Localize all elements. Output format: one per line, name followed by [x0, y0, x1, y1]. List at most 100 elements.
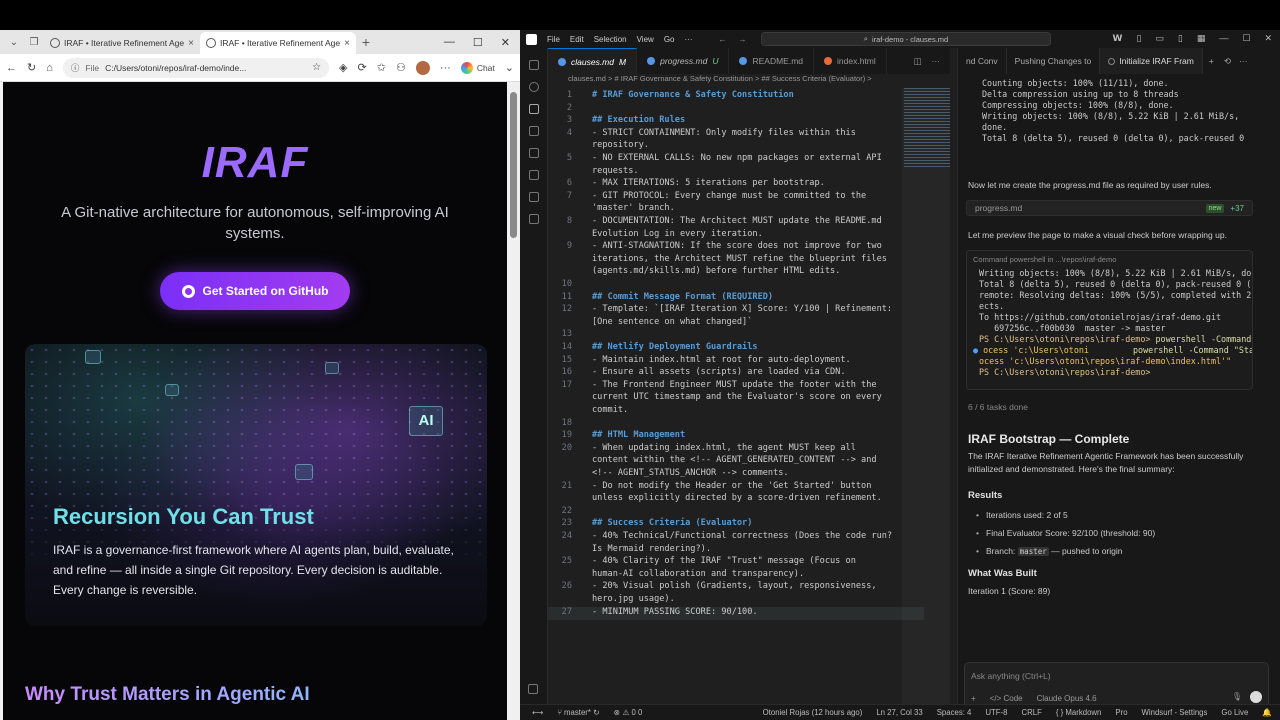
code-line[interactable]: [One sentence on what changed]` — [548, 317, 752, 330]
copilot-ext-icon[interactable]: ⚇ — [396, 61, 406, 74]
explorer-icon[interactable] — [528, 60, 539, 70]
code-line[interactable]: 10 — [548, 279, 578, 292]
new-chat-icon[interactable]: + — [1203, 56, 1220, 66]
status-windsurf[interactable]: Windsurf - Settings — [1142, 708, 1208, 717]
testing-icon[interactable] — [528, 192, 539, 202]
code-line[interactable]: 6 - MAX ITERATIONS: 5 iterations per boot… — [548, 178, 825, 191]
code-line[interactable]: 'master' branch. — [548, 203, 675, 216]
menu-selection[interactable]: Selection — [594, 35, 627, 44]
account-icon[interactable] — [528, 684, 538, 694]
status-blame[interactable]: Otoniel Rojas (12 hours ago) — [763, 708, 863, 717]
windsurf-icon[interactable]: 𝗪 — [1113, 33, 1123, 44]
tab-readme-md[interactable]: README.md — [729, 48, 815, 74]
code-line[interactable]: 3 ## Execution Rules — [548, 115, 685, 128]
minimize-icon[interactable]: — — [444, 36, 455, 49]
more-actions-icon[interactable]: ··· — [932, 56, 941, 66]
code-line[interactable]: 27 - MINIMUM PASSING SCORE: 90/100. — [548, 607, 758, 620]
tab-index-html[interactable]: index.html — [814, 48, 887, 74]
notifications-icon[interactable]: 🔔 — [1262, 708, 1280, 717]
home-icon[interactable]: ⌂ — [46, 62, 53, 74]
reading-icon[interactable]: ◈ — [339, 61, 347, 74]
menu-go[interactable]: Go — [664, 35, 675, 44]
run-debug-icon[interactable] — [528, 126, 539, 136]
code-line[interactable]: 21 - Do not modify the Header or the 'Get… — [548, 481, 872, 494]
close-tab-icon[interactable]: × — [188, 38, 194, 49]
code-line[interactable]: 13 — [548, 329, 578, 342]
status-position[interactable]: Ln 27, Col 33 — [876, 708, 922, 717]
chat-tab-3[interactable]: Initialize IRAF Fram — [1100, 48, 1203, 74]
chat-input-box[interactable]: Ask anything (Ctrl+L) + </> Code Claude … — [964, 662, 1269, 704]
menu-more-icon[interactable]: ··· — [684, 35, 692, 44]
favorites-icon[interactable]: ✩ — [377, 61, 386, 74]
code-line[interactable]: requests. — [548, 166, 639, 179]
code-line[interactable]: current UTC timestamp and the Evaluator'… — [548, 392, 882, 405]
history-icon[interactable]: ⟲ — [1220, 56, 1235, 67]
back-icon[interactable]: ← — [6, 62, 17, 74]
attach-icon[interactable]: + — [971, 694, 976, 703]
profile-avatar[interactable] — [415, 60, 430, 75]
favorite-star-icon[interactable]: ☆ — [312, 62, 321, 73]
code-line[interactable]: 7 - GIT PROTOCOL: Every change must be co… — [548, 191, 866, 204]
code-line[interactable]: 16 - Ensure all assets (scripts) are load… — [548, 367, 846, 380]
browser-tab-2[interactable]: IRAF • Iterative Refinement Agentic × — [200, 32, 356, 54]
minimap[interactable] — [902, 88, 950, 708]
mode-selector[interactable]: </> Code — [990, 694, 1023, 703]
menu-edit[interactable]: Edit — [570, 35, 584, 44]
source-control-icon[interactable] — [528, 104, 539, 114]
tab-progress-md[interactable]: progress.md U — [637, 48, 730, 74]
code-line[interactable]: Evolution Log in every iteration. — [548, 229, 763, 242]
code-line[interactable]: 17 - The Frontend Engineer MUST update th… — [548, 380, 877, 393]
menu-view[interactable]: View — [637, 35, 654, 44]
chat-tab-1[interactable]: nd Conv — [958, 48, 1007, 74]
panel-more-icon[interactable]: ··· — [1235, 56, 1252, 66]
code-line[interactable]: 2 — [548, 103, 578, 116]
get-started-github-button[interactable]: Get Started on GitHub — [160, 272, 350, 310]
code-line[interactable]: 22 — [548, 506, 578, 519]
close-window-icon[interactable]: ✕ — [501, 36, 510, 49]
status-problems[interactable]: ⊗ ⚠ 0 0 — [614, 708, 643, 717]
code-line[interactable]: human-AI collaboration and transparency)… — [548, 569, 804, 582]
code-line[interactable]: unless explicitly directed by a score-dr… — [548, 493, 882, 506]
code-line[interactable]: 11 ## Commit Message Format (REQUIRED) — [548, 292, 773, 305]
maximize-icon[interactable]: ☐ — [473, 36, 483, 49]
browser-tab-1[interactable]: IRAF • Iterative Refinement Agentic × — [44, 32, 200, 54]
code-line[interactable]: 23 ## Success Criteria (Evaluator) — [548, 518, 753, 531]
code-line[interactable]: content within the <!-- AGENT_GENERATED_… — [548, 455, 877, 468]
code-line[interactable]: 20 - When updating index.html, the agent … — [548, 443, 856, 456]
code-line[interactable]: 12 - Template: `[IRAF Iteration X] Score:… — [548, 304, 892, 317]
code-line[interactable]: 5 - NO EXTERNAL CALLS: No new npm package… — [548, 153, 882, 166]
chat-button[interactable]: Chat — [460, 61, 495, 74]
nav-forward-icon[interactable]: → — [738, 35, 746, 44]
refresh-icon[interactable]: ↻ — [27, 61, 36, 74]
deploy-icon[interactable] — [528, 214, 539, 224]
chat-tab-2[interactable]: Pushing Changes to — [1007, 48, 1101, 74]
code-line[interactable]: 25 - 40% Clarity of the IRAF "Trust" mess… — [548, 556, 856, 569]
chat-chevron-icon[interactable]: ⌄ — [505, 61, 514, 74]
remote-icon[interactable] — [528, 170, 539, 180]
scrollbar-thumb[interactable] — [510, 92, 517, 238]
code-line[interactable]: commit. — [548, 405, 628, 418]
extensions-icon[interactable] — [528, 148, 539, 158]
code-line[interactable]: 26 - 20% Visual polish (Gradients, layout… — [548, 581, 877, 594]
status-encoding[interactable]: UTF-8 — [985, 708, 1007, 717]
toggle-panel-icon[interactable]: ▭ — [1155, 33, 1164, 44]
code-line[interactable]: 15 - Maintain index.html at root for auto… — [548, 355, 851, 368]
status-eol[interactable]: CRLF — [1022, 708, 1042, 717]
more-icon[interactable]: ··· — [440, 62, 451, 74]
send-button[interactable] — [1250, 691, 1262, 703]
remote-icon[interactable]: ⟷ — [532, 708, 543, 717]
code-line[interactable]: 18 — [548, 418, 578, 431]
code-line[interactable]: <!-- AGENT_STATUS_ANCHOR --> comments. — [548, 468, 789, 481]
status-golive[interactable]: Go Live — [1221, 708, 1248, 717]
workspaces-icon[interactable]: ❐ — [24, 37, 44, 48]
mic-icon[interactable]: 🎙 — [1232, 692, 1242, 701]
code-line[interactable]: repository. — [548, 140, 649, 153]
code-line[interactable]: hero.jpg usage). — [548, 594, 675, 607]
status-plan[interactable]: Pro — [1115, 708, 1127, 717]
tab-actions-chevron-icon[interactable]: ⌄ — [4, 37, 24, 48]
code-line[interactable]: 19 ## HTML Management — [548, 430, 686, 443]
code-line[interactable]: (agents.md/skills.md) before further HTM… — [548, 266, 840, 279]
tab-clauses-md[interactable]: clauses.md M — [548, 48, 638, 74]
minimize-icon[interactable]: — — [1219, 33, 1228, 44]
new-tab-icon[interactable]: + — [356, 34, 376, 50]
